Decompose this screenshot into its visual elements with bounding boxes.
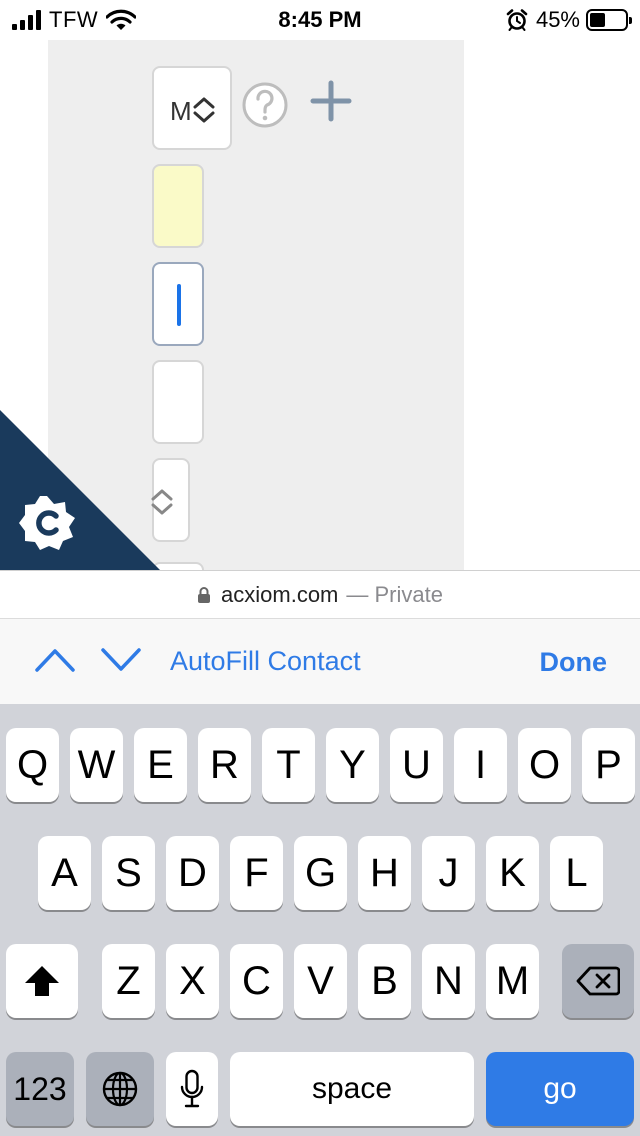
next-field-button[interactable] — [100, 645, 142, 675]
delete-key[interactable] — [562, 944, 634, 1018]
key-y[interactable]: Y — [326, 728, 379, 802]
key-l[interactable]: L — [550, 836, 603, 910]
key-s[interactable]: S — [102, 836, 155, 910]
title-select-value: M — [170, 96, 192, 126]
key-m[interactable]: M — [486, 944, 539, 1018]
lock-icon — [198, 586, 211, 603]
browsing-mode: — Private — [346, 581, 443, 607]
go-key[interactable]: go — [486, 1052, 634, 1126]
keyboard: Q W E R T Y U I O P A S D F G H J K L Z … — [0, 704, 640, 1136]
url-bar[interactable]: acxiom.com — Private — [0, 570, 640, 618]
add-icon[interactable] — [310, 80, 352, 122]
status-right: 45% — [506, 7, 632, 32]
key-p[interactable]: P — [582, 728, 635, 802]
key-d[interactable]: D — [166, 836, 219, 910]
battery-fill — [590, 13, 606, 27]
microphone-icon — [180, 1069, 204, 1108]
shift-key[interactable] — [6, 944, 78, 1018]
key-f[interactable]: F — [230, 836, 283, 910]
alarm-icon — [506, 9, 528, 31]
space-key[interactable]: space — [230, 1052, 474, 1126]
status-bar: TFW 8:45 PM 45% — [0, 0, 640, 40]
globe-icon — [102, 1071, 138, 1107]
key-t[interactable]: T — [262, 728, 315, 802]
shift-icon — [25, 966, 59, 996]
dictation-key[interactable] — [166, 1052, 218, 1126]
done-button[interactable]: Done — [540, 647, 608, 678]
url-host: acxiom.com — [221, 581, 339, 607]
key-z[interactable]: Z — [102, 944, 155, 1018]
key-v[interactable]: V — [294, 944, 347, 1018]
title-select[interactable]: M — [152, 66, 232, 150]
key-o[interactable]: O — [518, 728, 571, 802]
battery-icon — [586, 9, 632, 31]
key-w[interactable]: W — [70, 728, 123, 802]
key-a[interactable]: A — [38, 836, 91, 910]
autofilled-input[interactable] — [152, 164, 204, 248]
key-g[interactable]: G — [294, 836, 347, 910]
numbers-key[interactable]: 123 — [6, 1052, 74, 1126]
key-h[interactable]: H — [358, 836, 411, 910]
battery-percent: 45% — [535, 7, 580, 32]
key-b[interactable]: B — [358, 944, 411, 1018]
backspace-icon — [576, 966, 620, 996]
globe-key[interactable] — [86, 1052, 154, 1126]
help-icon[interactable] — [240, 80, 290, 130]
key-k[interactable]: K — [486, 836, 539, 910]
form-assistant-bar: AutoFill Contact Done — [0, 618, 640, 704]
key-q[interactable]: Q — [6, 728, 59, 802]
key-e[interactable]: E — [134, 728, 187, 802]
autofill-contact-button[interactable]: AutoFill Contact — [170, 646, 361, 677]
text-cursor — [177, 284, 181, 326]
key-c[interactable]: C — [230, 944, 283, 1018]
key-n[interactable]: N — [422, 944, 475, 1018]
web-content: M — [0, 40, 640, 570]
key-i[interactable]: I — [454, 728, 507, 802]
consent-badge[interactable] — [0, 410, 170, 570]
key-r[interactable]: R — [198, 728, 251, 802]
key-j[interactable]: J — [422, 836, 475, 910]
select-chevrons-icon — [193, 97, 215, 123]
focused-input[interactable] — [152, 262, 204, 346]
previous-field-button[interactable] — [34, 645, 76, 675]
key-x[interactable]: X — [166, 944, 219, 1018]
key-u[interactable]: U — [390, 728, 443, 802]
